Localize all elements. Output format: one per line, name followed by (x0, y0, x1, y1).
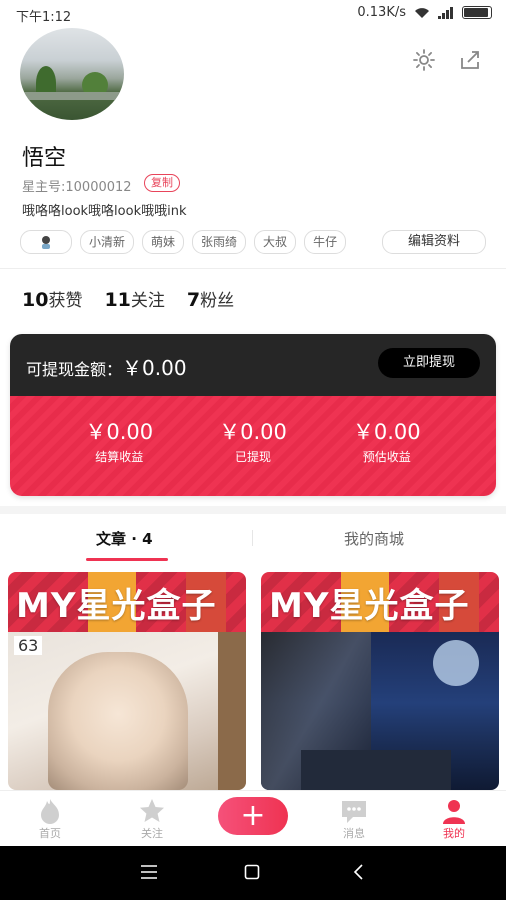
status-right: 0.13K/s (357, 5, 492, 20)
card-cover-image: 63 (8, 632, 246, 790)
edit-profile-button[interactable]: 编辑资料 (382, 230, 486, 254)
tab-separator (252, 530, 253, 546)
withdrawable-amount: ￥0.00 (122, 356, 187, 380)
system-nav-bar (0, 846, 506, 900)
article-card[interactable]: MY星光盒子 (261, 572, 499, 790)
stat-label: 粉丝 (200, 291, 235, 311)
settled-earnings: ￥0.00 结算收益 (85, 416, 153, 496)
nav-label: 消息 (343, 827, 365, 840)
card-banner: MY星光盒子 (261, 572, 499, 632)
earnings-value: ￥0.00 (352, 420, 421, 444)
tab-articles[interactable]: 文章 · 4 (96, 528, 153, 549)
stat-number: 7 (186, 289, 201, 311)
estimated-earnings: ￥0.00 预估收益 (353, 416, 421, 496)
earnings-value: ￥0.00 (219, 420, 287, 444)
bottom-nav: 首页 关注 + 消息 我的 (0, 790, 506, 847)
stats-row: 10获赞 11关注 7粉丝 (22, 286, 234, 311)
tag-item[interactable]: 小清新 (80, 230, 135, 254)
avatar[interactable] (20, 28, 124, 120)
card-cover-image (261, 632, 499, 790)
nav-label: 我的 (443, 827, 465, 840)
withdrawn-earnings: ￥0.00 已提现 (219, 416, 287, 496)
copy-button[interactable]: 复制 (144, 174, 180, 192)
tag-item[interactable]: 大叔 (254, 230, 297, 254)
wifi-icon (415, 7, 429, 18)
settings-button[interactable] (410, 46, 438, 74)
stat-label: 获赞 (48, 291, 83, 311)
status-bar: 下午1:12 0.13K/s (0, 0, 506, 28)
section-gap (0, 506, 506, 514)
nav-label: 首页 (39, 827, 61, 840)
article-card[interactable]: MY星光盒子 63 (8, 572, 246, 790)
nav-me[interactable]: 我的 (424, 795, 484, 841)
withdrawable-text: 可提现金额： (26, 360, 123, 379)
cover-portrait (48, 652, 188, 790)
earnings-label: 已提现 (234, 450, 271, 464)
nav-messages[interactable]: 消息 (324, 795, 384, 841)
profile-bio: 哦咯咯look哦咯look哦哦ink (22, 204, 187, 219)
status-time: 下午1:12 (16, 10, 72, 25)
wallet-card: 可提现金额：￥0.00 立即提现 ￥0.00 结算收益 ￥0.00 已提现 ￥0.0… (10, 334, 496, 496)
small-avatar-tag[interactable] (20, 230, 72, 254)
stat-number: 10 (22, 289, 49, 311)
stat-label: 关注 (130, 291, 165, 311)
withdrawable-label: 可提现金额：￥0.00 (26, 352, 187, 381)
stat-likes[interactable]: 10获赞 (22, 286, 82, 311)
card-banner: MY星光盒子 (8, 572, 246, 632)
issue-number: 63 (14, 636, 43, 655)
cover-railing (301, 750, 451, 790)
cover-moon (433, 640, 479, 686)
earnings-label: 预估收益 (362, 450, 411, 464)
tag-list: 小清新 萌妹 张雨绮 大叔 牛仔 (20, 230, 370, 254)
user-icon (443, 800, 465, 824)
tag-item[interactable]: 萌妹 (142, 230, 185, 254)
stat-following[interactable]: 11关注 (104, 286, 164, 311)
user-avatar-icon (42, 236, 50, 249)
card-title: MY星光盒子 (16, 586, 217, 626)
stat-fans[interactable]: 7粉丝 (187, 286, 234, 311)
flame-icon (41, 799, 59, 824)
tab-indicator (86, 558, 168, 561)
gear-icon (413, 49, 435, 71)
battery-icon (462, 6, 492, 19)
share-button[interactable] (456, 46, 484, 74)
earnings-label: 结算收益 (95, 450, 144, 464)
wallet-header: 可提现金额：￥0.00 立即提现 (10, 334, 496, 396)
nav-home[interactable]: 首页 (20, 795, 80, 841)
avatar-desk (20, 92, 124, 100)
star-id: 星主号:10000012 (22, 180, 132, 195)
home-square-icon[interactable] (244, 864, 260, 880)
content-tabs: 文章 · 4 我的商城 (0, 514, 506, 562)
back-icon[interactable] (352, 864, 364, 880)
cover-side-panel (218, 632, 246, 790)
star-icon (140, 799, 164, 822)
network-speed: 0.13K/s (357, 5, 406, 20)
profile-name: 悟空 (22, 146, 67, 171)
stat-number: 11 (104, 289, 131, 311)
tag-item[interactable]: 牛仔 (304, 230, 347, 254)
earnings-value: ￥0.00 (85, 420, 154, 444)
menu-icon[interactable] (140, 864, 158, 880)
signal-icon (438, 6, 453, 19)
add-post-button[interactable]: + (218, 797, 288, 835)
wallet-earnings: ￥0.00 结算收益 ￥0.00 已提现 ￥0.00 预估收益 (10, 396, 496, 496)
divider (0, 268, 506, 269)
message-icon (342, 801, 366, 823)
tab-mall[interactable]: 我的商城 (344, 528, 404, 549)
nav-label: 关注 (141, 827, 163, 840)
withdraw-button[interactable]: 立即提现 (378, 348, 480, 378)
card-title: MY星光盒子 (269, 586, 470, 626)
tag-item[interactable]: 张雨绮 (192, 230, 247, 254)
nav-follow[interactable]: 关注 (122, 795, 182, 841)
share-icon (461, 51, 479, 69)
